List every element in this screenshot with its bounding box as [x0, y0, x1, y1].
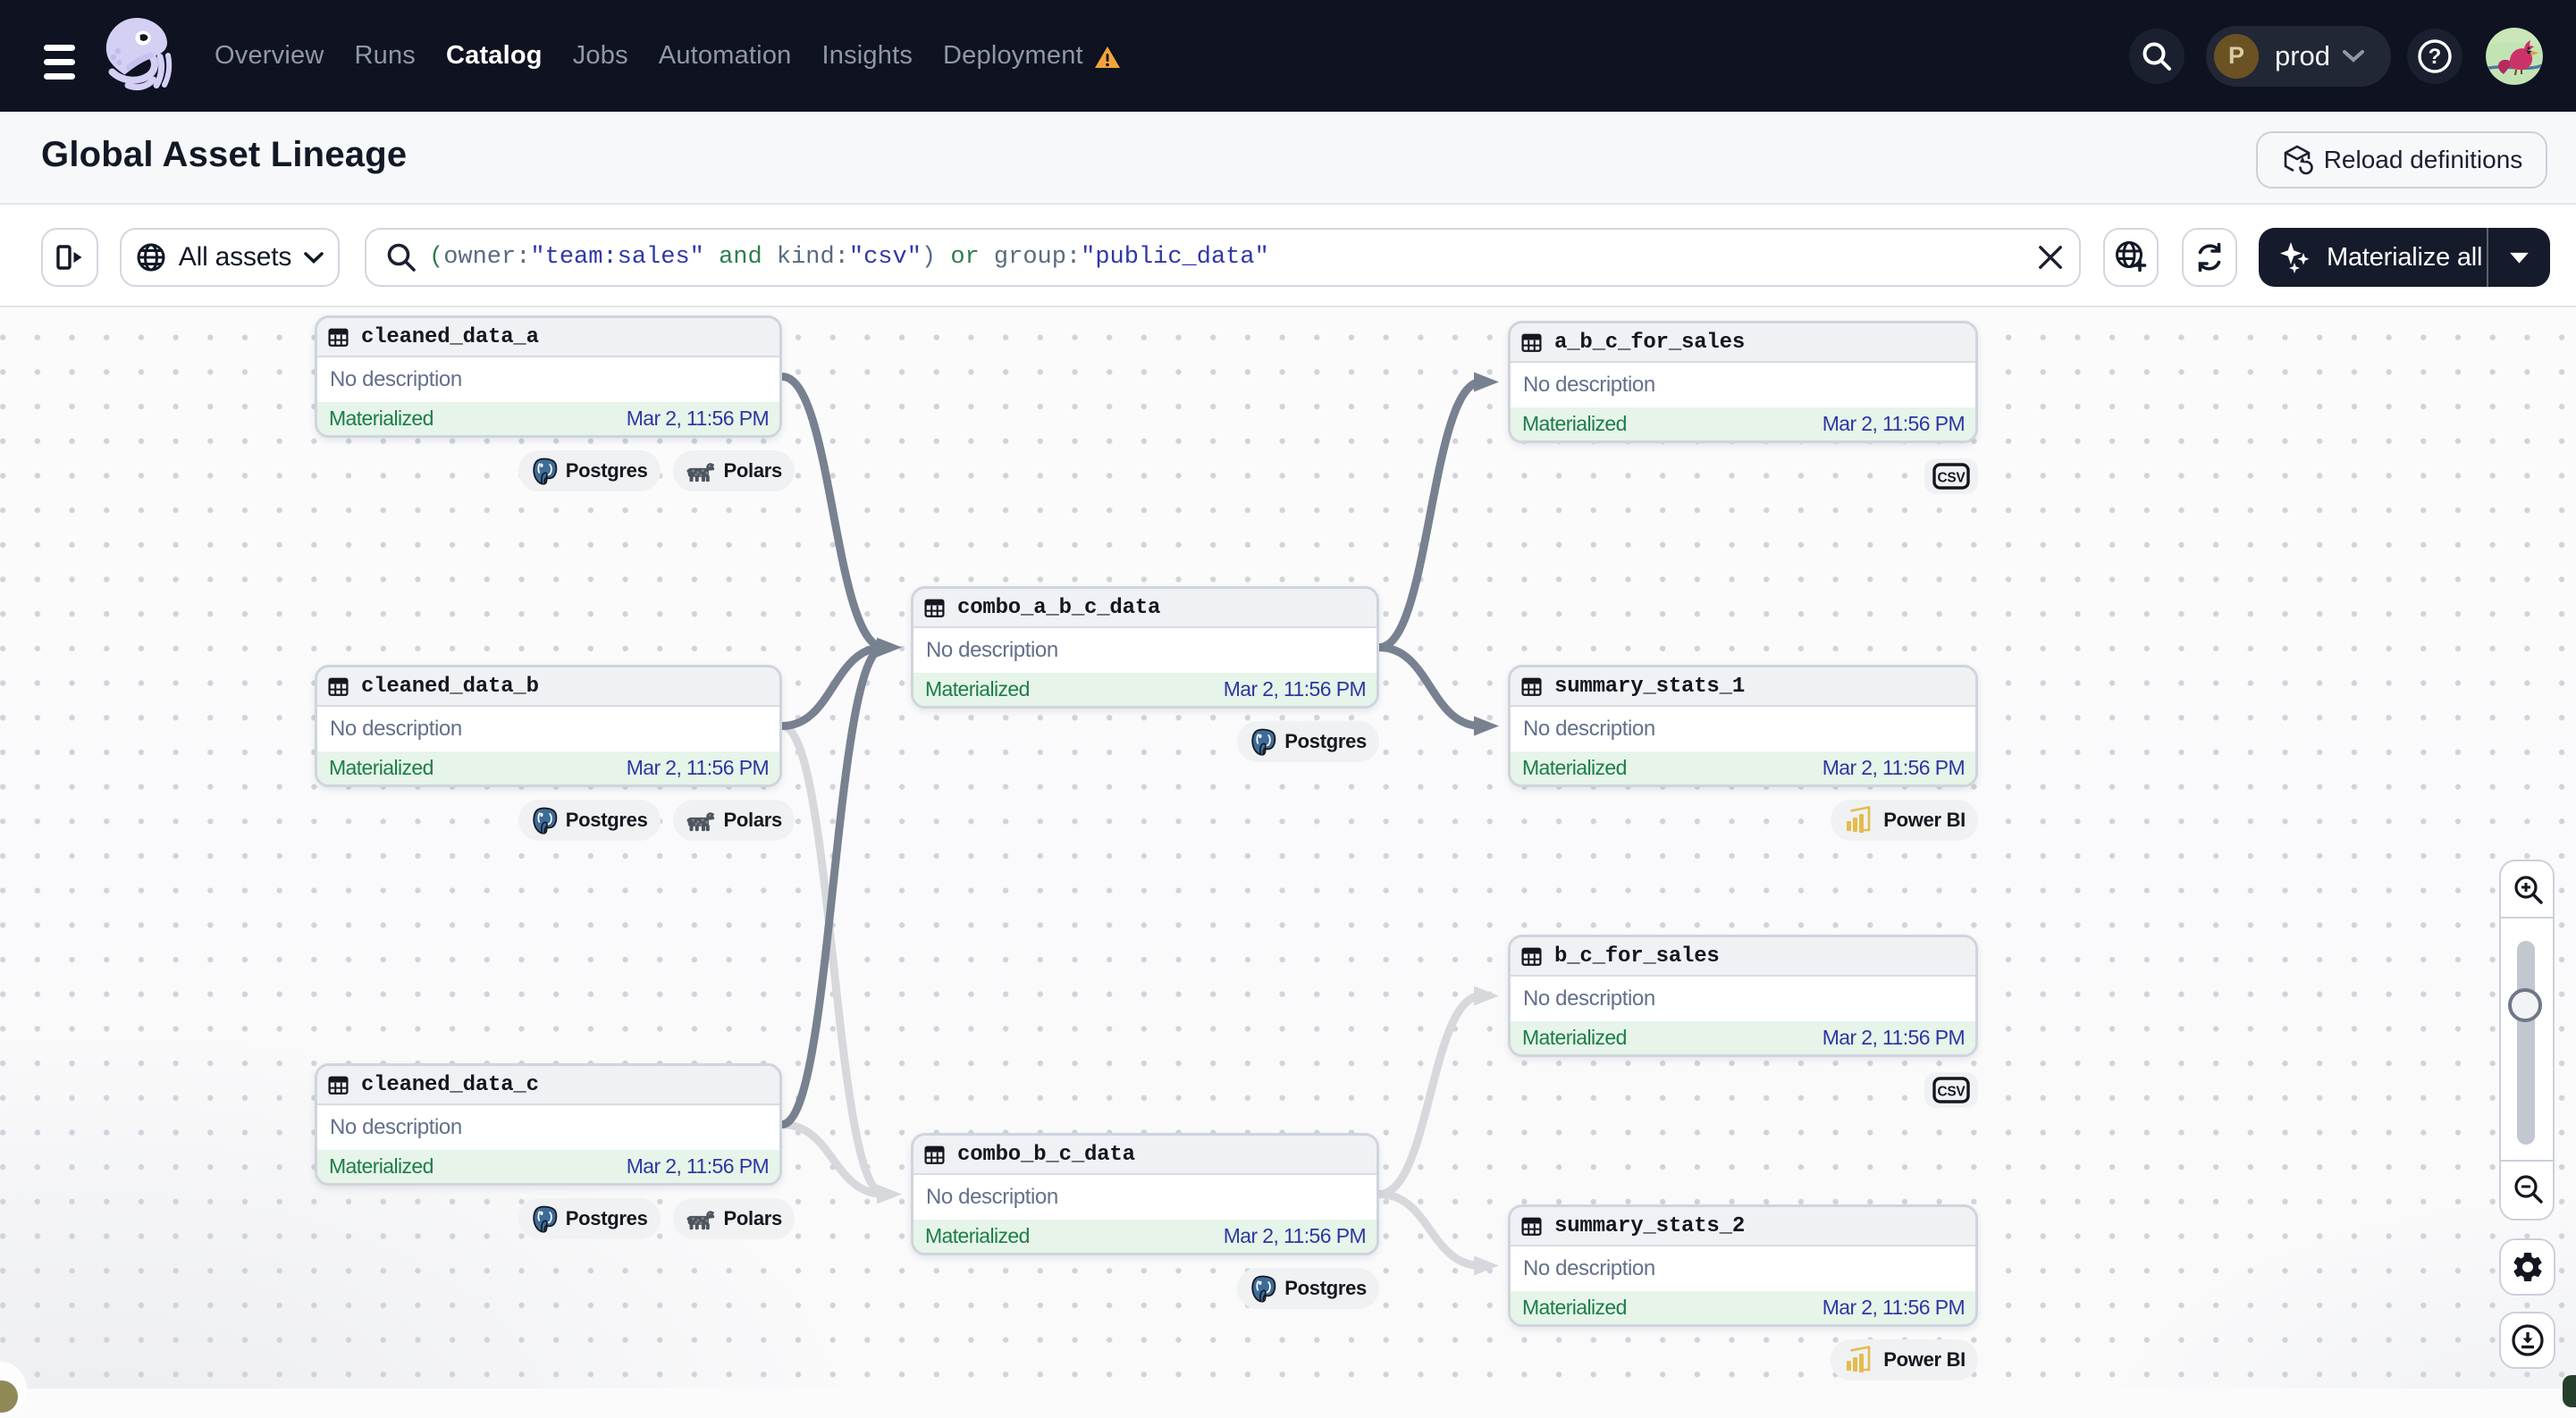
- svg-text:CSV: CSV: [1938, 471, 1966, 486]
- svg-text:CSV: CSV: [1938, 1085, 1966, 1100]
- svg-text:?: ?: [2429, 45, 2442, 69]
